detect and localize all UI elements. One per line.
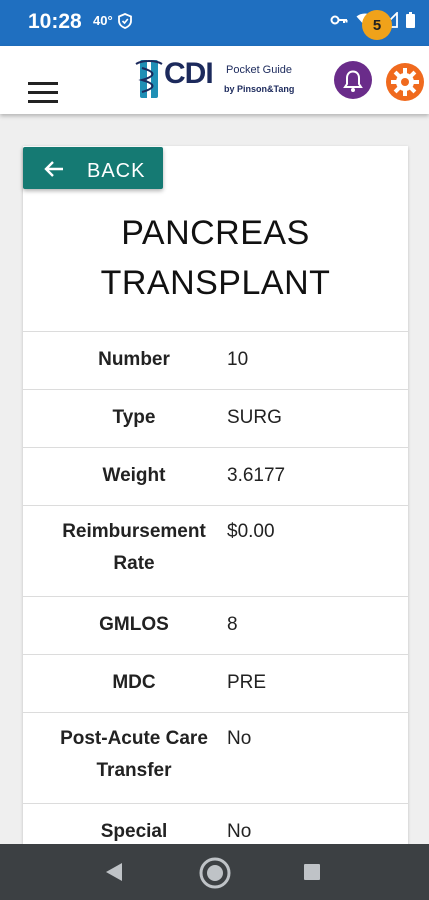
status-time: 10:28 [28,10,82,33]
notifications-button[interactable] [333,60,373,100]
status-temperature: 40° [93,13,113,28]
table-row-gmlos: GMLOS 8 [23,596,408,654]
nav-recents-icon[interactable] [304,864,320,880]
key-icon [330,15,348,25]
nav-back-icon[interactable] [104,862,124,882]
page-title-line1: PANCREAS [121,214,310,252]
nav-home-icon[interactable] [198,856,232,890]
row-value: $0.00 [227,521,275,542]
row-label: Reimbursement Rate [62,521,206,574]
system-nav-bar [0,844,429,900]
notification-badge: 5 [362,10,392,40]
row-value: SURG [227,407,282,428]
table-row-post-acute-care-transfer: Post-Acute Care Transfer No [23,712,408,803]
row-label: Weight [102,465,166,486]
app-logo: CDI Pocket Guide by Pinson&Tang [132,54,302,106]
table-row-reimbursement-rate: Reimbursement Rate $0.00 [23,505,408,596]
logo-text: CDI [164,57,214,90]
battery-icon [406,12,415,28]
gear-icon [386,63,424,101]
row-value: PRE [227,672,267,693]
page-title-line2: TRANSPLANT [100,264,331,302]
row-value: No [227,728,252,749]
table-row-number: Number 10 [23,331,408,389]
settings-button[interactable] [385,62,425,102]
table-row-weight: Weight 3.6177 [23,447,408,505]
shield-icon [118,13,132,34]
hamburger-icon-line [28,91,58,94]
menu-button[interactable] [28,82,58,104]
page-title: PANCREAS TRANSPLANT [23,208,408,308]
logo-subtitle: Pocket Guide [226,64,293,76]
back-button-label: BACK [87,160,146,182]
row-label: Post-Acute Care Transfer [60,728,208,781]
row-value: 10 [227,349,249,370]
row-value: 8 [227,614,238,635]
back-button[interactable]: BACK [23,147,163,189]
table-row-mdc: MDC PRE [23,654,408,712]
hamburger-icon-line [28,82,58,85]
row-label: GMLOS [99,614,169,635]
row-label: Number [98,349,170,370]
arrow-left-icon [44,161,63,177]
bell-icon [334,61,372,99]
logo-by-line: by Pinson&Tang [224,84,295,94]
table-row-type: Type SURG [23,389,408,447]
caduceus-icon [135,58,163,100]
row-label: Type [112,407,156,428]
hamburger-icon-line [28,100,58,103]
row-value: 3.6177 [227,465,286,486]
app-bar: CDI Pocket Guide by Pinson&Tang [0,46,429,114]
row-label: MDC [112,672,156,693]
detail-table: Number 10 Type SURG Weight 3.6177 Reimbu… [23,331,408,861]
